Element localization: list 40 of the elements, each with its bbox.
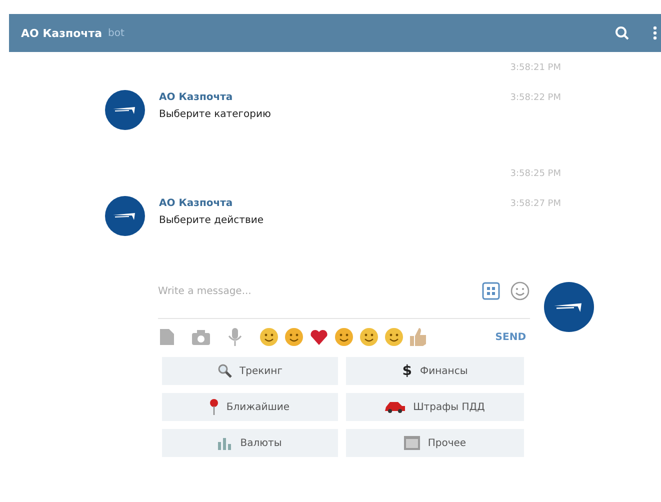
keyboard-button[interactable]: Прочее [346,429,524,457]
file-icon[interactable] [160,329,174,345]
message-text: Выберите действие [159,215,264,226]
avatar-icon [105,90,145,130]
keyboard-button[interactable]: Штрафы ПДД [346,393,524,421]
keyboard-icon[interactable] [482,282,500,300]
emoji-icon[interactable] [360,328,378,346]
folder-icon [404,436,420,450]
camera-icon[interactable] [192,330,210,344]
car-icon [385,401,406,413]
emoji-icon[interactable] [385,328,403,346]
chat-title: АО Казпочта [21,26,102,40]
microphone-icon[interactable] [228,328,242,346]
menu-icon[interactable] [653,26,657,40]
heart-icon[interactable] [310,329,328,345]
pin-icon [210,399,218,415]
message-time: 3:58:27 PM [510,199,561,209]
message-time: 3:58:22 PM [510,93,561,103]
emoji-icon[interactable] [335,328,353,346]
send-button[interactable]: SEND [491,332,530,342]
keyboard-button[interactable]: $ Финансы [346,357,524,385]
keyboard-button[interactable]: Валюты [162,429,338,457]
search-icon[interactable] [615,26,629,40]
thumbs-up-icon[interactable] [410,328,426,346]
message-time: 3:58:21 PM [510,63,561,73]
message-time: 3:58:25 PM [510,169,561,179]
magnifier-icon [218,364,232,378]
emoji-icon[interactable] [260,328,278,346]
dollar-icon: $ [402,363,412,379]
chat-subtitle: bot [108,28,124,38]
keyboard-button[interactable]: Трекинг [162,357,338,385]
avatar-icon [544,282,594,332]
avatar-icon [105,196,145,236]
smiley-icon[interactable] [510,281,530,301]
message-author: АО Казпочта [159,198,234,209]
bar-chart-icon [218,436,232,450]
message-author: АО Казпочта [159,92,234,103]
emoji-icon[interactable] [285,328,303,346]
keyboard-button[interactable]: Ближайшие [162,393,338,421]
message-text: Выберите категорию [159,109,271,120]
